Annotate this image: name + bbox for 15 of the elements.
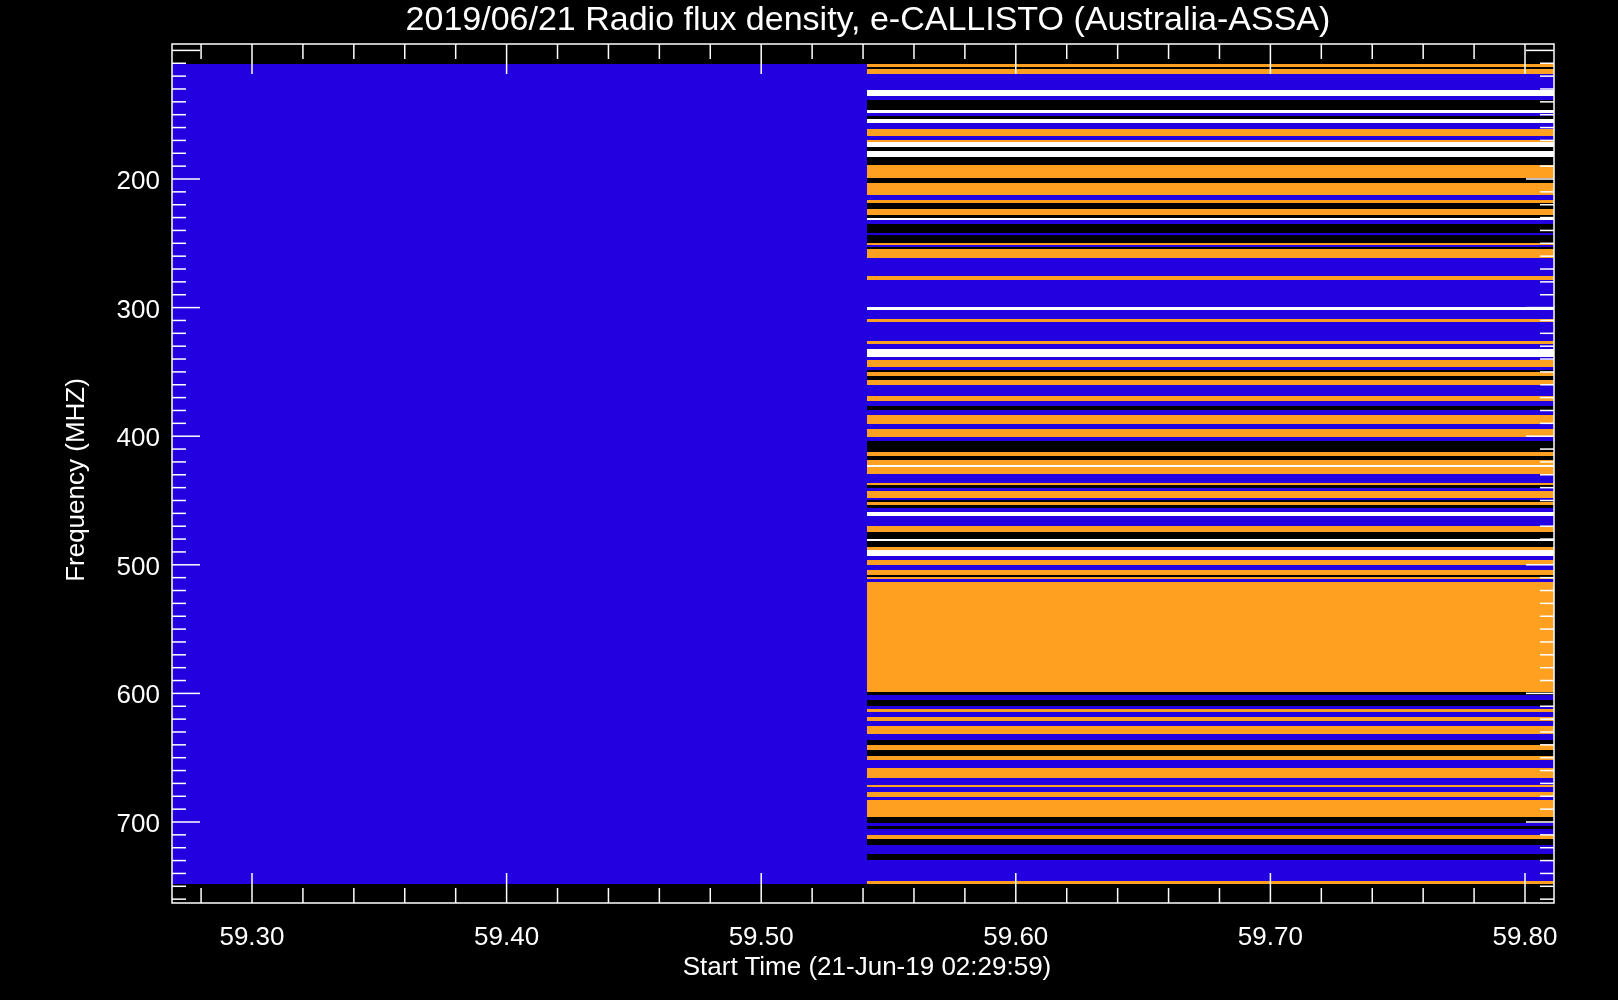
x-tick-label: 59.50 bbox=[728, 921, 794, 951]
x-tick-label: 59.80 bbox=[1492, 921, 1558, 951]
x-tick-label: 59.70 bbox=[1237, 921, 1303, 951]
x-axis-label: Start Time (21-Jun-19 02:29:59) bbox=[682, 951, 1052, 981]
chart-title: 2019/06/21 Radio flux density, e-CALLISTO (Australia-ASSA) bbox=[405, 0, 1331, 37]
y-tick-label: 600 bbox=[116, 679, 160, 710]
y-tick-label: 200 bbox=[116, 165, 160, 195]
y-tick-label: 400 bbox=[116, 422, 160, 453]
x-tick-label: 59.30 bbox=[219, 921, 285, 951]
y-axis-label: Frequency (MHZ) bbox=[60, 378, 90, 582]
x-tick-label: 59.40 bbox=[474, 921, 540, 951]
y-tick-label: 300 bbox=[116, 293, 160, 324]
y-tick-label: 700 bbox=[116, 808, 160, 838]
y-tick-label: 500 bbox=[116, 550, 160, 581]
x-tick-label: 59.60 bbox=[983, 921, 1049, 951]
